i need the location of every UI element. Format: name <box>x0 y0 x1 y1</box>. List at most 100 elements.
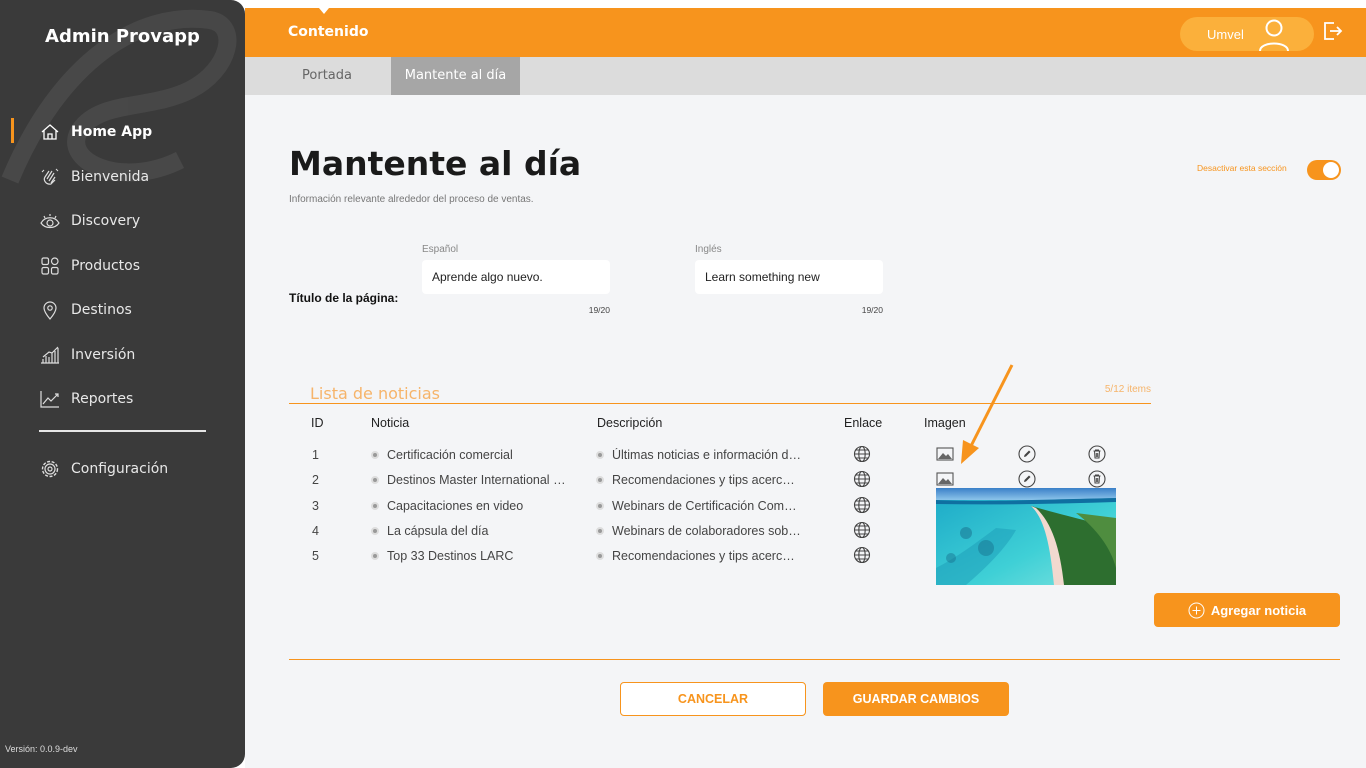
spanish-title-input[interactable] <box>422 260 610 294</box>
column-header-descripcion: Descripción <box>597 416 663 430</box>
row-descripcion[interactable]: Webinars de Certificación Comercial <box>596 499 801 513</box>
row-noticia[interactable]: Destinos Master International Certificat… <box>371 473 571 487</box>
sidebar-item-bienvenida[interactable]: Bienvenida <box>0 155 245 200</box>
english-char-counter: 19/20 <box>861 305 883 315</box>
top-header: Contenido Umvel <box>245 8 1366 57</box>
tab-portada[interactable]: Portada <box>281 57 373 95</box>
add-news-label: Agregar noticia <box>1210 602 1307 618</box>
column-header-id: ID <box>311 416 324 430</box>
image-preview-thumbnail <box>936 488 1116 585</box>
image-icon[interactable] <box>936 470 954 488</box>
bullet-icon <box>371 527 379 535</box>
bullet-icon <box>371 502 379 510</box>
app-version: Versión: 0.0.9-dev <box>5 744 78 754</box>
user-avatar-icon <box>1259 19 1289 51</box>
bullet-icon <box>596 502 604 510</box>
english-title-input[interactable] <box>695 260 883 294</box>
cancel-button[interactable]: CANCELAR <box>620 682 806 716</box>
sidebar-item-productos[interactable]: Productos <box>0 244 245 289</box>
bullet-icon <box>596 476 604 484</box>
sidebar-item-destinos[interactable]: Destinos <box>0 288 245 333</box>
bullet-icon <box>371 451 379 459</box>
sidebar-divider <box>39 430 206 432</box>
sidebar-item-label: Productos <box>71 257 141 274</box>
sidebar-item-label: Reportes <box>71 391 134 408</box>
row-descripcion[interactable]: Últimas noticias e información de certif… <box>596 448 801 462</box>
sidebar-config-group: Configuración <box>0 447 245 492</box>
page-title: Mantente al día <box>289 144 582 183</box>
row-id: 4 <box>312 524 319 538</box>
globe-icon[interactable] <box>853 470 871 488</box>
sidebar-item-inversion[interactable]: Inversión <box>0 333 245 378</box>
sidebar-nav: Home App Bienvenida Discovery Productos … <box>0 110 245 422</box>
bullet-icon <box>596 527 604 535</box>
header-title: Contenido <box>288 24 369 40</box>
delete-icon[interactable] <box>1088 470 1106 488</box>
app-brand: Admin Provapp <box>45 26 200 47</box>
row-noticia[interactable]: Certificación comercial <box>371 448 571 462</box>
section-tabs: Portada Mantente al día <box>245 57 1366 95</box>
column-header-noticia: Noticia <box>371 416 410 430</box>
logout-icon[interactable] <box>1321 20 1343 42</box>
globe-icon[interactable] <box>853 496 871 514</box>
gear-icon <box>41 461 59 478</box>
home-icon <box>41 124 59 140</box>
bar-chart-icon <box>41 346 59 364</box>
sidebar-item-label: Configuración <box>71 461 169 478</box>
row-id: 3 <box>312 499 319 513</box>
line-chart-icon <box>40 391 59 408</box>
news-list-count: 5/12 items <box>1104 384 1151 395</box>
page-title-field-label: Título de la página: <box>289 291 399 305</box>
bullet-icon <box>371 476 379 484</box>
bullet-icon <box>596 451 604 459</box>
row-noticia[interactable]: Top 33 Destinos LARC <box>371 549 571 563</box>
header-notch <box>319 8 329 14</box>
sidebar-item-discovery[interactable]: Discovery <box>0 199 245 244</box>
edit-icon[interactable] <box>1018 470 1036 488</box>
column-header-enlace: Enlace <box>844 416 883 430</box>
sidebar-item-label: Bienvenida <box>71 168 150 185</box>
section-toggle[interactable] <box>1307 160 1341 180</box>
english-label: Inglés <box>695 244 722 255</box>
main-content: Mantente al día Información relevante al… <box>245 95 1366 768</box>
row-descripcion[interactable]: Recomendaciones y tips acerca de destino… <box>596 473 801 487</box>
user-name: Umvel <box>1207 26 1244 42</box>
grid-icon <box>41 257 59 275</box>
globe-icon[interactable] <box>853 521 871 539</box>
sidebar-item-label: Home App <box>71 124 153 141</box>
globe-icon[interactable] <box>853 445 871 463</box>
plus-circle-icon <box>1188 602 1205 618</box>
sidebar-item-label: Destinos <box>71 302 132 319</box>
save-changes-button[interactable]: GUARDAR CAMBIOS <box>823 682 1009 716</box>
delete-icon[interactable] <box>1088 445 1106 463</box>
toggle-knob <box>1323 162 1339 178</box>
wave-hand-icon <box>41 168 59 185</box>
sidebar-item-home-app[interactable]: Home App <box>0 110 245 155</box>
location-pin-icon <box>43 301 57 321</box>
row-noticia[interactable]: La cápsula del día <box>371 524 571 538</box>
sidebar-item-label: Discovery <box>71 213 141 230</box>
row-id: 5 <box>312 549 319 563</box>
footer-divider <box>289 659 1340 660</box>
eye-icon <box>40 214 60 229</box>
bullet-icon <box>596 552 604 560</box>
sidebar-item-configuracion[interactable]: Configuración <box>0 447 245 492</box>
news-list-title: Lista de noticias <box>310 384 440 403</box>
tab-mantente-al-dia[interactable]: Mantente al día <box>391 57 520 95</box>
globe-icon[interactable] <box>853 546 871 564</box>
bullet-icon <box>371 552 379 560</box>
row-descripcion[interactable]: Webinars de colaboradores sobre destinos <box>596 524 801 538</box>
sidebar-item-label: Inversión <box>71 346 136 363</box>
spanish-char-counter: 19/20 <box>588 305 610 315</box>
row-noticia[interactable]: Capacitaciones en video <box>371 499 571 513</box>
sidebar: Admin Provapp Home App Bienvenida Discov… <box>0 0 245 768</box>
add-news-button[interactable]: Agregar noticia <box>1154 593 1340 627</box>
row-id: 1 <box>312 448 319 462</box>
annotation-arrow <box>961 364 1014 464</box>
user-menu-button[interactable]: Umvel <box>1180 17 1314 51</box>
page-subtitle: Información relevante alrededor del proc… <box>289 194 534 205</box>
section-toggle-label: Desactivar esta sección <box>1197 163 1287 173</box>
spanish-label: Español <box>422 244 459 255</box>
row-descripcion[interactable]: Recomendaciones y tips acerca de destino… <box>596 549 801 563</box>
sidebar-item-reportes[interactable]: Reportes <box>0 377 245 422</box>
